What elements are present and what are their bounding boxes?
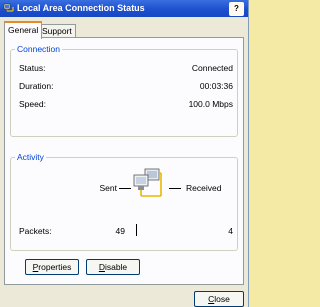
help-button[interactable]: ? bbox=[229, 2, 244, 16]
disable-button[interactable]: Disable bbox=[86, 259, 140, 275]
close-button[interactable]: Close bbox=[194, 291, 244, 307]
packets-received-value: 4 bbox=[228, 226, 233, 236]
speed-value: 100.0 Mbps bbox=[188, 99, 233, 109]
activity-group-title: Activity bbox=[15, 152, 46, 162]
packets-sent-value: 49 bbox=[115, 226, 125, 236]
packets-label: Packets: bbox=[19, 226, 52, 236]
received-label: Received bbox=[186, 183, 222, 193]
duration-label: Duration: bbox=[19, 81, 54, 91]
properties-button[interactable]: Properties bbox=[25, 259, 79, 275]
network-computers-icon bbox=[133, 168, 162, 197]
speed-label: Speed: bbox=[19, 99, 46, 109]
tab-general[interactable]: General bbox=[4, 21, 43, 39]
general-tab-panel: Connection Status: Connected Duration: 0… bbox=[4, 37, 244, 285]
connection-group-title: Connection bbox=[15, 44, 63, 54]
status-dialog: Local Area Connection Status ? General S… bbox=[0, 0, 249, 307]
duration-value: 00:03:36 bbox=[199, 81, 233, 91]
sent-line bbox=[119, 188, 131, 189]
status-value: Connected bbox=[191, 63, 233, 73]
tab-support[interactable]: Support bbox=[38, 24, 76, 37]
disable-label: isable bbox=[104, 262, 128, 272]
properties-label: roperties bbox=[38, 262, 72, 272]
network-connection-icon bbox=[3, 3, 14, 12]
received-line bbox=[169, 188, 181, 189]
connection-group: Connection Status: Connected Duration: 0… bbox=[10, 44, 238, 137]
close-label: lose bbox=[214, 294, 230, 304]
window-title: Local Area Connection Status bbox=[17, 3, 145, 13]
packets-separator bbox=[136, 224, 137, 236]
status-label: Status: bbox=[19, 63, 46, 73]
sent-label: Sent bbox=[99, 183, 118, 193]
activity-group: Activity Sent Received Packets: 49 4 bbox=[10, 152, 238, 251]
title-bar[interactable]: Local Area Connection Status ? bbox=[0, 0, 248, 17]
